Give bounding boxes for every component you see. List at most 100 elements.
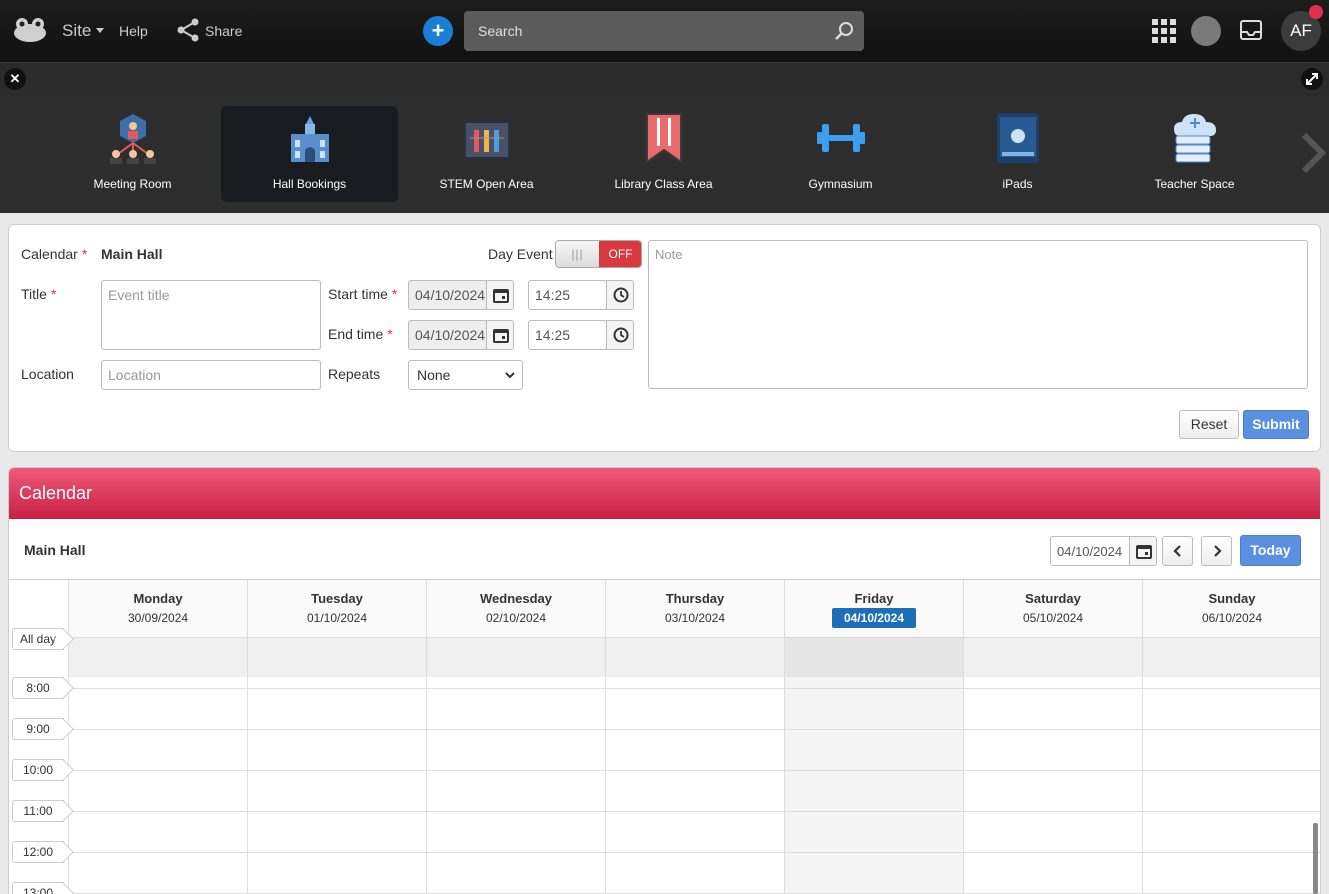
resource-label: Gymnasium xyxy=(808,177,873,191)
next-week-button[interactable] xyxy=(1201,536,1232,566)
day-date: 06/10/2024 xyxy=(1143,611,1320,625)
teacher-space-icon xyxy=(1174,114,1216,163)
inbox-icon[interactable] xyxy=(1240,20,1262,40)
resource-label: iPads xyxy=(1002,177,1033,191)
day-column[interactable] xyxy=(963,637,1142,894)
repeats-select[interactable]: None xyxy=(408,360,523,390)
start-time-label: Start time * xyxy=(328,286,398,302)
hour-line xyxy=(68,811,1320,812)
site-menu[interactable]: Site xyxy=(62,21,91,41)
calendar-value: Main Hall xyxy=(101,246,163,262)
resource-gymnasium[interactable]: Gymnasium xyxy=(752,106,929,202)
location-input[interactable] xyxy=(101,360,321,390)
day-date-text: 30/09/2024 xyxy=(127,611,189,625)
add-button[interactable]: + xyxy=(423,16,453,46)
day-date-text: 05/10/2024 xyxy=(1022,611,1084,625)
end-date-picker-button[interactable] xyxy=(486,320,514,350)
day-column-header: Friday 04/10/2024 xyxy=(784,580,963,637)
chevron-down-icon[interactable] xyxy=(96,28,104,33)
meeting-room-icon xyxy=(110,114,156,164)
previous-week-button[interactable] xyxy=(1162,536,1193,566)
resource-stem-open-area[interactable]: STEM Open Area xyxy=(398,106,575,202)
notification-bell-icon[interactable] xyxy=(1309,5,1323,19)
clock-icon xyxy=(613,327,629,343)
resource-label: Hall Bookings xyxy=(272,177,347,191)
day-date: 02/10/2024 xyxy=(427,611,605,625)
day-column[interactable] xyxy=(784,637,963,894)
day-column[interactable] xyxy=(1142,637,1320,894)
hour-label: 11:00 xyxy=(12,800,64,822)
day-name: Tuesday xyxy=(311,591,363,606)
day-column[interactable] xyxy=(605,637,784,894)
end-date-input[interactable]: 04/10/2024 xyxy=(408,320,487,350)
apps-grid-icon[interactable] xyxy=(1152,19,1176,43)
search-icon[interactable] xyxy=(834,21,854,41)
start-date-picker-button[interactable] xyxy=(486,280,514,310)
calendar-icon xyxy=(1136,545,1152,559)
library-icon xyxy=(646,113,682,164)
hour-line xyxy=(68,852,1320,853)
day-column-header: Sunday 06/10/2024 xyxy=(1142,580,1320,637)
start-time-input[interactable]: 14:25 xyxy=(528,280,607,310)
resource-teacher-space[interactable]: Teacher Space xyxy=(1106,106,1283,202)
day-name: Monday xyxy=(133,591,183,606)
resource-label: Meeting Room xyxy=(93,177,172,191)
close-icon[interactable]: ✕ xyxy=(4,68,26,90)
stem-icon xyxy=(464,121,510,159)
day-name: Wednesday xyxy=(479,591,552,606)
note-input[interactable] xyxy=(648,240,1308,389)
clock-icon xyxy=(613,287,629,303)
reset-button[interactable]: Reset xyxy=(1179,410,1239,439)
calendar-date-input[interactable]: 04/10/2024 xyxy=(1050,536,1130,566)
toggle-knob: ||| xyxy=(556,241,599,267)
help-link[interactable]: Help xyxy=(119,23,148,39)
event-title-input[interactable] xyxy=(101,280,321,350)
end-time-picker-button[interactable] xyxy=(606,320,634,350)
hour-label: 8:00 xyxy=(12,677,64,699)
day-event-toggle[interactable]: ||| OFF xyxy=(555,240,642,268)
status-circle[interactable] xyxy=(1191,16,1221,46)
day-column[interactable] xyxy=(247,637,426,894)
title-label: Title * xyxy=(21,286,57,302)
end-time-input[interactable]: 14:25 xyxy=(528,320,607,350)
gym-icon xyxy=(817,124,865,152)
ipad-icon xyxy=(997,113,1039,163)
day-date-text: 02/10/2024 xyxy=(485,611,547,625)
calendar-label: Calendar * xyxy=(21,246,88,262)
day-column-header: Thursday 03/10/2024 xyxy=(605,580,784,637)
start-date-input[interactable]: 04/10/2024 xyxy=(408,280,487,310)
day-name: Thursday xyxy=(665,591,725,606)
search-bar xyxy=(464,11,864,51)
repeats-label: Repeats xyxy=(328,366,381,382)
today-button[interactable]: Today xyxy=(1240,535,1301,566)
calendar-date-picker-button[interactable] xyxy=(1129,536,1157,566)
calendar-header: Calendar xyxy=(9,468,1320,519)
day-name: Saturday xyxy=(1025,591,1081,606)
hall-icon xyxy=(291,116,329,162)
frog-logo-icon[interactable] xyxy=(12,16,48,44)
event-form: Calendar * Main Hall Day Event ||| OFF Ti… xyxy=(8,224,1321,452)
day-date: 05/10/2024 xyxy=(964,611,1142,625)
start-time-picker-button[interactable] xyxy=(606,280,634,310)
search-input[interactable] xyxy=(464,11,824,51)
day-date: 30/09/2024 xyxy=(69,611,247,625)
expand-icon[interactable] xyxy=(1301,68,1323,90)
resource-hall-bookings[interactable]: Hall Bookings xyxy=(221,106,398,202)
toggle-off-label: OFF xyxy=(599,241,641,267)
share-link[interactable]: Share xyxy=(205,23,242,39)
top-navigation-bar: Site Help Share + AF xyxy=(0,0,1329,62)
calendar-icon xyxy=(493,289,509,303)
hour-label: 13:00 xyxy=(12,882,64,894)
share-icon[interactable] xyxy=(176,18,200,42)
day-date-text: 06/10/2024 xyxy=(1201,611,1263,625)
resource-ipads[interactable]: iPads xyxy=(929,106,1106,202)
chevron-right-icon[interactable] xyxy=(1300,133,1326,173)
day-column[interactable] xyxy=(68,637,247,894)
submit-button[interactable]: Submit xyxy=(1243,410,1309,439)
scrollbar-thumb[interactable] xyxy=(1313,823,1318,894)
day-name: Friday xyxy=(854,591,894,606)
resource-library-class-area[interactable]: Library Class Area xyxy=(575,106,752,202)
day-column[interactable] xyxy=(426,637,605,894)
chevron-left-icon xyxy=(1173,545,1181,557)
resource-meeting-room[interactable]: Meeting Room xyxy=(44,106,221,202)
